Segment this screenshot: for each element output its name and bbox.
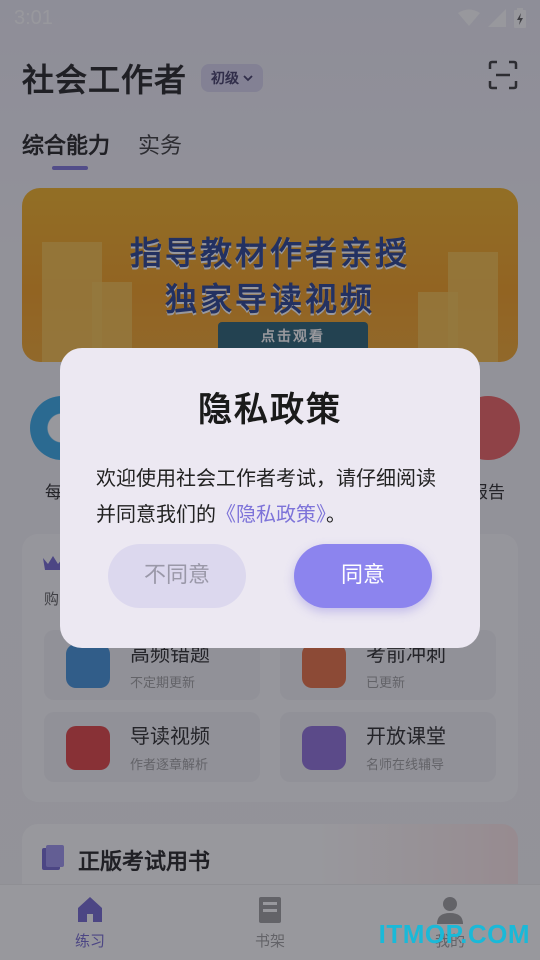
watermark: ITMOP.COM: [378, 919, 530, 949]
app-page: 3:01 社会工作者 初级 综合能力 实务 指导教材作者亲授 独家导读视频 点击…: [0, 0, 540, 960]
agree-button[interactable]: 同意: [294, 544, 432, 608]
privacy-dialog: 隐私政策 欢迎使用社会工作者考试，请仔细阅读并同意我们的《隐私政策》。 不同意 …: [60, 348, 480, 648]
dialog-title: 隐私政策: [198, 390, 342, 430]
disagree-button[interactable]: 不同意: [108, 544, 246, 608]
dialog-body-end: 。: [326, 502, 346, 526]
privacy-policy-link[interactable]: 《隐私政策》: [216, 502, 326, 526]
dialog-body: 欢迎使用社会工作者考试，请仔细阅读并同意我们的《隐私政策》。: [96, 460, 450, 532]
